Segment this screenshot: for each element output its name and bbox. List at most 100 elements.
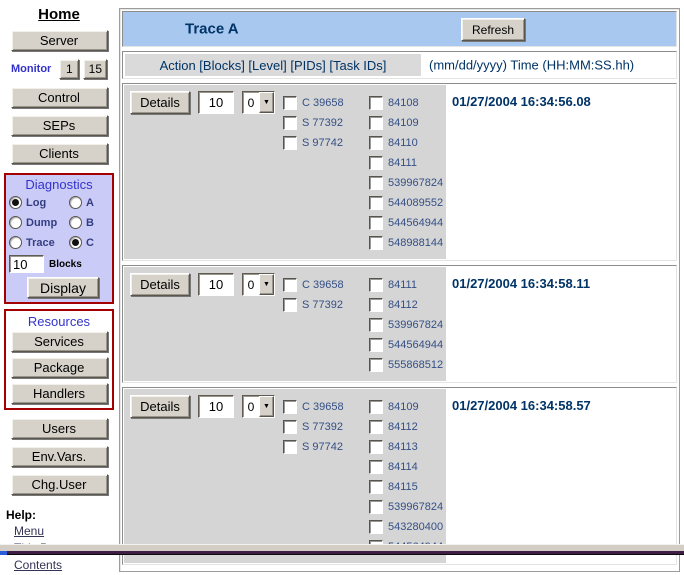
page: { "sidebar": { "home_link": "Home", "ser… [0, 0, 684, 555]
radio-c-label: C [86, 237, 94, 249]
pid-checkbox[interactable] [369, 176, 383, 190]
help-title: Help: [6, 508, 36, 522]
display-button[interactable]: Display [27, 277, 99, 298]
task-row: S 97742 [283, 133, 369, 153]
level-select[interactable]: 0 [242, 273, 275, 296]
pid-row: 544089552 [369, 193, 443, 213]
radio-a[interactable]: A [69, 196, 109, 209]
help-link-menu[interactable]: Menu [14, 524, 44, 538]
package-button[interactable]: Package [11, 357, 108, 378]
pid-checkbox[interactable] [369, 420, 383, 434]
blocks-label: Blocks [49, 259, 82, 270]
trace-entry-controls: Details 10 0 C 39658S 77392S 97742 84109… [124, 389, 446, 563]
pid-row: 84112 [369, 295, 443, 315]
pid-row: 548988144 [369, 233, 443, 253]
pid-checkbox[interactable] [369, 298, 383, 312]
details-button[interactable]: Details [130, 273, 190, 296]
services-button[interactable]: Services [11, 331, 108, 352]
task-checkbox[interactable] [283, 96, 297, 110]
task-label: S 97742 [302, 137, 343, 149]
details-button[interactable]: Details [130, 395, 190, 418]
pid-checkbox[interactable] [369, 460, 383, 474]
task-checkbox[interactable] [283, 298, 297, 312]
status-bar [0, 544, 684, 551]
task-checkbox[interactable] [283, 278, 297, 292]
radio-b[interactable]: B [69, 216, 109, 229]
radio-a-icon[interactable] [69, 196, 82, 209]
pid-checkbox[interactable] [369, 278, 383, 292]
task-checkbox[interactable] [283, 440, 297, 454]
radio-trace-icon[interactable] [9, 236, 22, 249]
users-button[interactable]: Users [11, 418, 108, 439]
pid-checkbox[interactable] [369, 440, 383, 454]
chevron-down-icon[interactable] [259, 92, 274, 113]
pid-label: 539967824 [388, 319, 443, 331]
pid-label: 544564944 [388, 339, 443, 351]
task-checkbox[interactable] [283, 116, 297, 130]
task-checkbox[interactable] [283, 136, 297, 150]
monitor-button-1[interactable]: 1 [59, 59, 79, 79]
task-checkbox[interactable] [283, 400, 297, 414]
radio-c[interactable]: C [69, 236, 109, 249]
blocks-input[interactable]: 10 [9, 255, 44, 273]
pid-checkbox[interactable] [369, 116, 383, 130]
pid-label: 84114 [388, 461, 418, 473]
pid-label: 84112 [388, 299, 418, 311]
pid-checkbox[interactable] [369, 358, 383, 372]
pid-list: 8410884109841108411153996782454408955254… [369, 91, 443, 253]
radio-log[interactable]: Log [9, 196, 69, 209]
pid-checkbox[interactable] [369, 136, 383, 150]
radio-dump-icon[interactable] [9, 216, 22, 229]
monitor-button-15[interactable]: 15 [83, 59, 107, 79]
radio-log-icon[interactable] [9, 196, 22, 209]
blocks-count-input[interactable]: 10 [198, 273, 234, 296]
pid-checkbox[interactable] [369, 156, 383, 170]
envvars-button[interactable]: Env.Vars. [11, 446, 108, 467]
refresh-button[interactable]: Refresh [461, 18, 525, 41]
clients-button[interactable]: Clients [11, 143, 108, 164]
radio-trace[interactable]: Trace [9, 236, 69, 249]
task-checkbox[interactable] [283, 420, 297, 434]
radio-c-icon[interactable] [69, 236, 82, 249]
corner-mark [0, 551, 7, 555]
pid-row: 84109 [369, 113, 443, 133]
pid-checkbox[interactable] [369, 236, 383, 250]
radio-b-icon[interactable] [69, 216, 82, 229]
chevron-down-icon[interactable] [259, 396, 274, 417]
level-select[interactable]: 0 [242, 395, 275, 418]
pid-checkbox[interactable] [369, 520, 383, 534]
chevron-down-icon[interactable] [259, 274, 274, 295]
level-select[interactable]: 0 [242, 91, 275, 114]
pid-row: 84111 [369, 275, 443, 295]
pid-checkbox[interactable] [369, 216, 383, 230]
pid-row: 84112 [369, 417, 443, 437]
pid-checkbox[interactable] [369, 500, 383, 514]
pid-label: 555868512 [388, 359, 443, 371]
task-id-list: C 39658S 77392S 97742 [283, 91, 369, 153]
pid-checkbox[interactable] [369, 400, 383, 414]
pid-checkbox[interactable] [369, 318, 383, 332]
blocks-count-input[interactable]: 10 [198, 395, 234, 418]
task-row: S 77392 [283, 417, 369, 437]
blocks-count-input[interactable]: 10 [198, 91, 234, 114]
pid-label: 539967824 [388, 501, 443, 513]
details-button[interactable]: Details [130, 91, 190, 114]
pid-checkbox[interactable] [369, 480, 383, 494]
pid-label: 84111 [388, 279, 417, 291]
seps-button[interactable]: SEPs [11, 115, 108, 136]
sidebar: Home Server Monitor 1 15 Control SEPs Cl… [0, 0, 118, 575]
pid-checkbox[interactable] [369, 196, 383, 210]
pid-row: 544564944 [369, 213, 443, 233]
task-label: S 77392 [302, 421, 343, 433]
radio-dump[interactable]: Dump [9, 216, 69, 229]
pid-row: 84111 [369, 153, 443, 173]
home-link[interactable]: Home [38, 6, 80, 23]
pid-checkbox[interactable] [369, 338, 383, 352]
window-bottom-edge [0, 551, 684, 555]
help-link-contents[interactable]: Contents [14, 558, 62, 572]
chguser-button[interactable]: Chg.User [11, 474, 108, 495]
handlers-button[interactable]: Handlers [11, 383, 108, 404]
server-button[interactable]: Server [11, 30, 108, 51]
control-button[interactable]: Control [11, 87, 108, 108]
pid-checkbox[interactable] [369, 96, 383, 110]
